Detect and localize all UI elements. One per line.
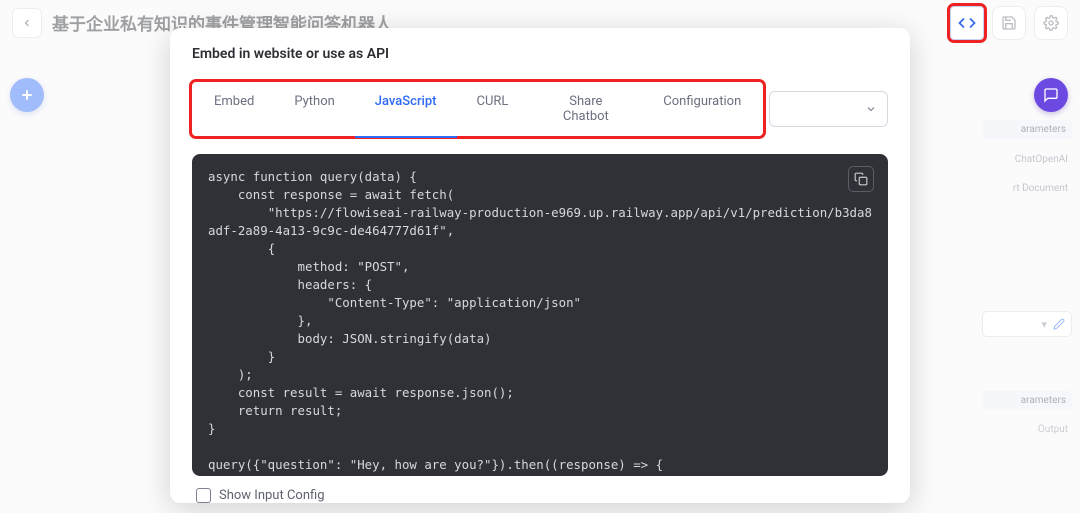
background-nodes: arameters ChatOpenAI rt Document ▾ arame… [982, 120, 1072, 437]
chevron-left-icon [21, 17, 33, 29]
save-button[interactable] [992, 6, 1026, 40]
chat-icon [1043, 87, 1059, 103]
plus-icon [19, 87, 35, 103]
tab-embed[interactable]: Embed [194, 86, 274, 132]
show-input-config-label: Show Input Config [219, 488, 325, 503]
back-button[interactable] [12, 8, 42, 38]
copy-code-button[interactable] [848, 166, 874, 192]
node-select[interactable]: ▾ [982, 311, 1072, 337]
modal-title: Embed in website or use as API [170, 46, 910, 64]
edit-icon [1053, 318, 1065, 330]
save-icon [1001, 15, 1017, 31]
clipboard-icon [854, 172, 868, 186]
embed-modal: Embed in website or use as API Embed Pyt… [170, 28, 910, 503]
code-panel: async function query(data) { const respo… [192, 154, 888, 476]
chat-button[interactable] [1034, 78, 1068, 112]
settings-button[interactable] [1034, 6, 1068, 40]
add-node-button[interactable] [10, 78, 44, 112]
gear-icon [1043, 15, 1059, 31]
node-chatopenai-label: ChatOpenAI [982, 151, 1072, 168]
node-parameters-badge: arameters [982, 120, 1072, 139]
modal-dropdown[interactable] [769, 91, 888, 127]
code-snippet[interactable]: async function query(data) { const respo… [208, 168, 872, 476]
modal-tabs: Embed Python JavaScript CURL Share Chatb… [192, 82, 763, 136]
tab-active-underline [355, 136, 457, 138]
tab-python[interactable]: Python [274, 86, 354, 132]
chevron-down-icon [865, 103, 877, 115]
api-code-button[interactable] [950, 6, 984, 40]
code-icon [958, 14, 976, 32]
node-output-label: Output [982, 422, 1072, 437]
topbar-actions [950, 6, 1068, 40]
chevron-down-icon: ▾ [1041, 318, 1047, 331]
node-document-label: rt Document [982, 180, 1072, 197]
show-input-config-row: Show Input Config [170, 482, 910, 503]
tab-javascript-label: JavaScript [375, 94, 437, 109]
tab-share-chatbot[interactable]: Share Chatbot [528, 86, 643, 132]
show-input-config-checkbox[interactable] [196, 488, 211, 503]
modal-tab-row: Embed Python JavaScript CURL Share Chatb… [170, 82, 910, 136]
tab-curl[interactable]: CURL [457, 86, 529, 132]
tab-javascript[interactable]: JavaScript [355, 86, 457, 132]
tab-configuration[interactable]: Configuration [643, 86, 761, 132]
node-parameters-badge-2: arameters [982, 391, 1072, 410]
